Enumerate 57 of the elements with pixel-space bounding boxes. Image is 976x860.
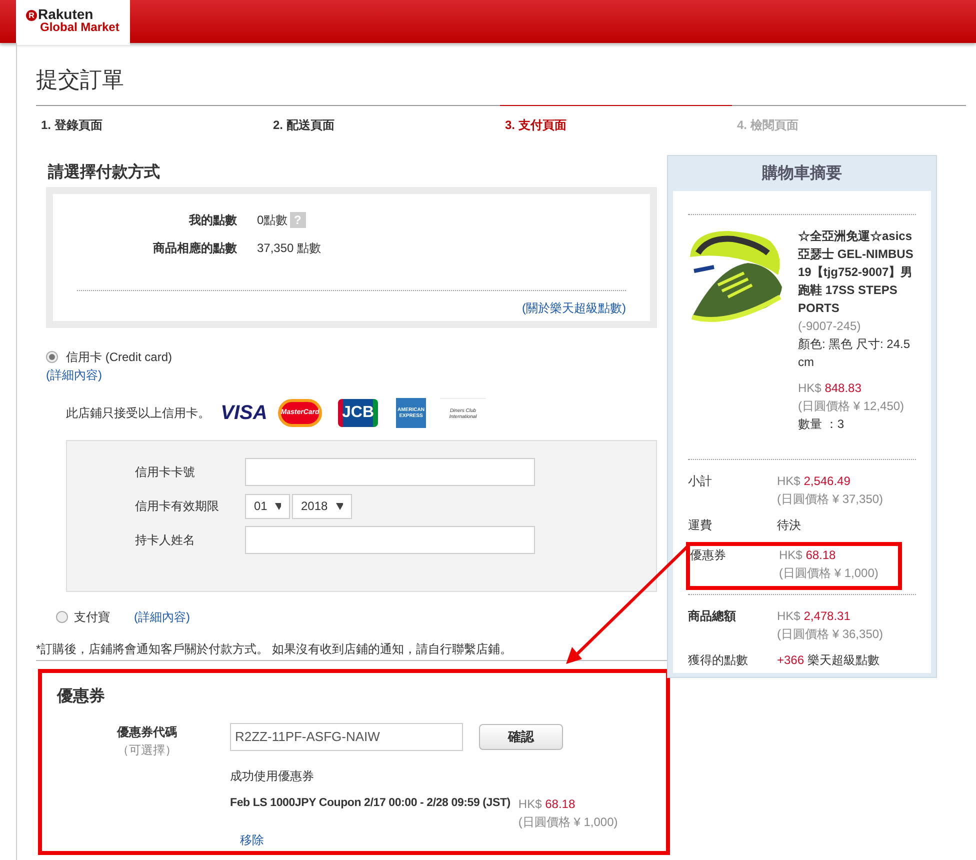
section-heading: 優惠券 [57, 686, 106, 707]
logo[interactable]: R Rakuten Global Market [16, 0, 130, 45]
step-label: 4. 檢閱頁面 [736, 117, 800, 133]
logo-subtitle: Global Market [39, 21, 120, 33]
cart-title: 購物車摘要 [760, 163, 843, 184]
jpy-price: (日圓價格 ¥ 37,350) [777, 491, 884, 508]
visa-logo: VISA [220, 401, 268, 426]
field-label: 優惠券代碼 [116, 724, 178, 741]
total-price: HK$ 2,478.31 [777, 608, 852, 625]
notice-text: *訂購後，店鋪將會通知客戶關於付款方式。 如果沒有收到店鋪的通知，請自行聯繫店鋪。 [36, 641, 514, 658]
coupon-code-field[interactable]: R2ZZ-11PF-ASFG-NAIW [230, 723, 463, 751]
page-title: 提交訂單 [36, 66, 125, 94]
field-label: 商品相應的點數 [152, 240, 238, 257]
details-link[interactable]: (詳細內容) [134, 608, 190, 626]
confirm-button[interactable]: 確認 [479, 724, 563, 750]
field-label: 信用卡有效期限 [135, 498, 220, 515]
total-value: 待決 [777, 517, 801, 534]
total-label: 獲得的點數 [688, 652, 749, 669]
remove-link[interactable]: 移除 [240, 833, 264, 847]
jpy-price: (日圓價格 ¥ 1,000) [518, 814, 618, 831]
step-label: 2. 配送頁面 [272, 117, 336, 133]
coupon-price: HK$ 68.18 [518, 796, 576, 813]
success-message: 成功使用優惠券 [230, 768, 315, 785]
dropdown[interactable]: 01 [245, 494, 290, 518]
option-label: 信用卡 (Credit card) [66, 349, 172, 366]
option-label: 支付寶 [74, 609, 110, 626]
product-code: (-9007-245) [798, 318, 862, 335]
jpy-price: (日圓價格 ¥ 12,450) [798, 398, 906, 415]
points-earned: +366 樂天超級點數 [777, 652, 880, 669]
field-label: 我的點數 [188, 212, 238, 229]
points-info-link[interactable]: (關於樂天超級點數) [522, 301, 626, 315]
jpy-price: (日圓價格 ¥ 36,350) [777, 626, 884, 643]
jpy-price: (日圓價格 ¥ 1,000) [779, 565, 878, 582]
product-quantity: 數量 ：3 [798, 416, 846, 433]
total-label: 優惠券 [690, 547, 727, 564]
total-label: 小計 [688, 473, 713, 490]
product-name: ☆全亞洲免運☆asics亞瑟士 GEL-NIMBUS 19【tjg752-9007】男跑鞋 17SS STEPS PORTS [798, 228, 914, 317]
dropdown[interactable]: 2018 [292, 494, 352, 518]
total-price: HK$ 2,546.49 [777, 473, 852, 490]
logo-text: Rakuten [38, 6, 94, 22]
details-link[interactable]: (詳細內容) [46, 368, 102, 382]
coupon-name: Feb LS 1000JPY Coupon 2/17 00:00 - 2/28 09:59 (JST) [230, 796, 510, 811]
field-label: 持卡人姓名 [135, 532, 196, 549]
total-label: 運費 [688, 517, 713, 534]
card-note: 此店鋪只接受以上信用卡。 [66, 405, 210, 422]
product-price: HK$ 848.83 [798, 380, 862, 397]
section-heading: 請選擇付款方式 [46, 162, 161, 183]
product-attributes: 顏色: 黑色 尺寸: 24.5cm [798, 336, 912, 371]
step-label: 3. 支付頁面 [500, 105, 732, 133]
optional-label: （可選擇） [116, 742, 178, 759]
step-label: 1. 登錄頁面 [40, 117, 104, 133]
points-value: 0點數 [257, 212, 288, 229]
total-label: 商品總額 [688, 608, 737, 625]
field-label: 信用卡卡號 [135, 464, 196, 481]
total-price: HK$ 68.18 [779, 547, 837, 564]
points-value: 37,350 點數 [257, 240, 322, 257]
logo-mark: R [26, 10, 37, 21]
